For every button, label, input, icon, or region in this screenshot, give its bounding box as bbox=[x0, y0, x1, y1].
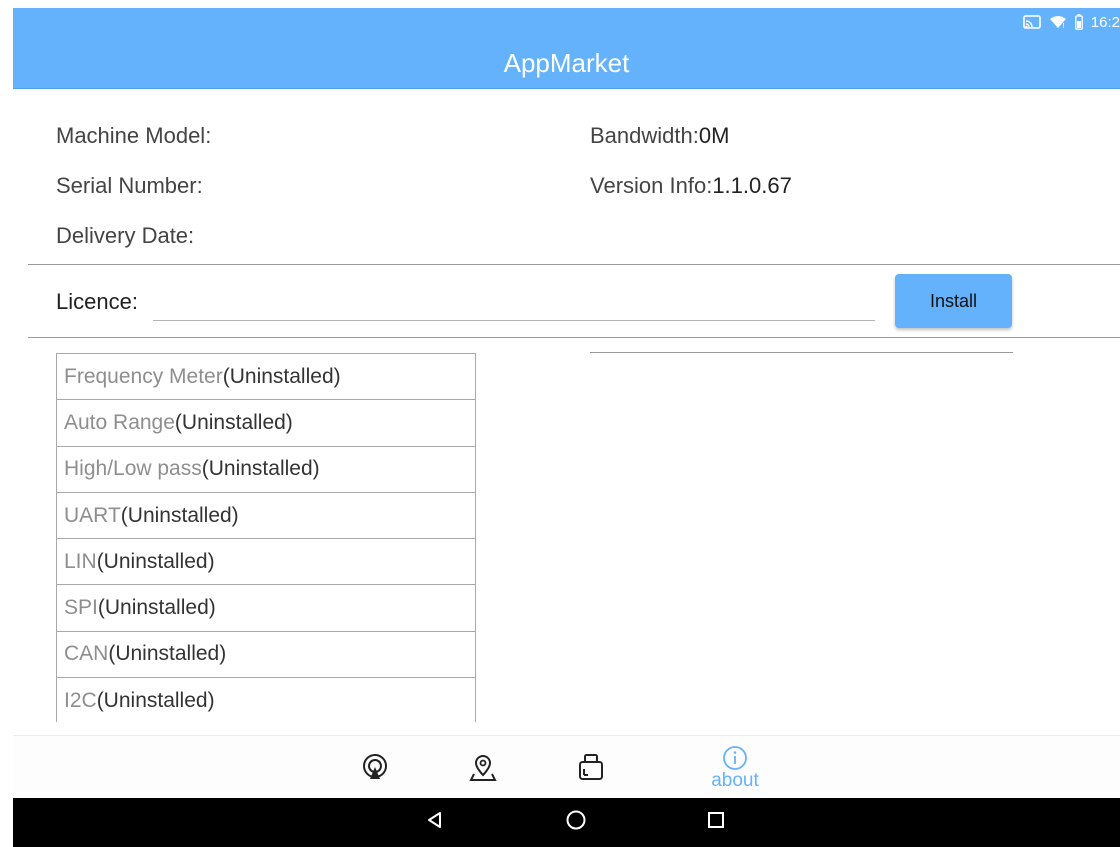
bandwidth-info: Bandwidth:0M bbox=[590, 123, 729, 149]
delivery-date-label: Delivery Date: bbox=[56, 223, 195, 248]
machine-model-label: Machine Model: bbox=[56, 123, 212, 148]
plugin-status: (Uninstalled) bbox=[108, 642, 227, 666]
cast-icon bbox=[1022, 15, 1041, 29]
plugin-name: SPI bbox=[64, 596, 98, 620]
wifi-icon: ! bbox=[1049, 15, 1067, 29]
bandwidth-label: Bandwidth: bbox=[590, 123, 699, 148]
list-item[interactable]: LIN (Uninstalled) bbox=[57, 539, 475, 586]
status-bar: ! 16:2 bbox=[1022, 12, 1120, 32]
divider-bottom bbox=[28, 337, 1120, 338]
plugin-name: Frequency Meter bbox=[64, 364, 223, 388]
plugin-name: CAN bbox=[64, 642, 109, 666]
right-divider bbox=[590, 352, 1013, 353]
licence-label: Licence: bbox=[56, 289, 138, 314]
location-icon bbox=[468, 753, 498, 783]
svg-text:!: ! bbox=[1062, 22, 1065, 29]
recents-icon bbox=[706, 810, 726, 835]
device-icon bbox=[576, 753, 606, 783]
app-header: ! 16:2 AppMarket bbox=[13, 8, 1120, 89]
install-button[interactable]: Install bbox=[895, 274, 1012, 328]
plugin-name: LIN bbox=[64, 549, 97, 573]
list-item[interactable]: SPI (Uninstalled) bbox=[57, 585, 475, 632]
home-icon bbox=[565, 809, 587, 836]
battery-icon bbox=[1074, 14, 1083, 30]
plugin-name: I2C bbox=[64, 688, 97, 712]
nav-signal-button[interactable] bbox=[345, 736, 405, 799]
plugin-status: (Uninstalled) bbox=[97, 596, 216, 620]
bandwidth-value: 0M bbox=[698, 123, 730, 148]
nav-location-button[interactable] bbox=[453, 736, 513, 799]
version-info: Version Info:1.1.0.67 bbox=[590, 173, 792, 199]
plugin-status: (Uninstalled) bbox=[96, 549, 215, 573]
list-item[interactable]: UART (Uninstalled) bbox=[57, 493, 475, 540]
plugin-status: (Uninstalled) bbox=[120, 503, 239, 527]
plugin-list[interactable]: Frequency Meter (Uninstalled) Auto Range(… bbox=[56, 353, 476, 722]
back-button[interactable] bbox=[410, 798, 460, 847]
list-item[interactable]: Auto Range (Uninstalled) bbox=[57, 400, 475, 447]
list-item[interactable]: I2C (Uninstalled) bbox=[57, 678, 475, 722]
licence-input[interactable] bbox=[153, 284, 875, 321]
plugin-status: (Uninstalled) bbox=[96, 688, 215, 712]
plugin-name: Auto Range bbox=[64, 410, 175, 434]
home-button[interactable] bbox=[551, 798, 601, 847]
about-label: about bbox=[711, 770, 759, 791]
list-item[interactable]: CAN (Uninstalled) bbox=[57, 632, 475, 679]
version-value: 1.1.0.67 bbox=[712, 173, 792, 198]
serial-number-label: Serial Number: bbox=[56, 173, 203, 198]
app-title: AppMarket bbox=[503, 48, 630, 78]
bottom-nav: about bbox=[13, 735, 1120, 799]
nav-device-button[interactable] bbox=[561, 736, 621, 799]
back-icon bbox=[425, 810, 445, 835]
signal-icon bbox=[360, 753, 390, 783]
version-label: Version Info: bbox=[590, 173, 713, 198]
plugin-status: (Uninstalled) bbox=[174, 410, 293, 434]
plugin-status: (Uninstalled) bbox=[222, 364, 341, 388]
list-item[interactable]: Frequency Meter (Uninstalled) bbox=[57, 354, 475, 401]
plugin-name: High/Low pass bbox=[64, 457, 202, 481]
status-time: 16:2 bbox=[1090, 13, 1120, 31]
list-item[interactable]: High/Low pass (Uninstalled) bbox=[57, 447, 475, 493]
nav-about-button[interactable]: about bbox=[705, 736, 765, 799]
plugin-name: UART bbox=[64, 503, 121, 527]
divider-top bbox=[28, 264, 1120, 265]
plugin-status: (Uninstalled) bbox=[201, 457, 320, 481]
left-gutter bbox=[0, 0, 13, 847]
system-nav-bar bbox=[13, 798, 1120, 847]
info-icon bbox=[722, 745, 748, 771]
recents-button[interactable] bbox=[691, 798, 741, 847]
